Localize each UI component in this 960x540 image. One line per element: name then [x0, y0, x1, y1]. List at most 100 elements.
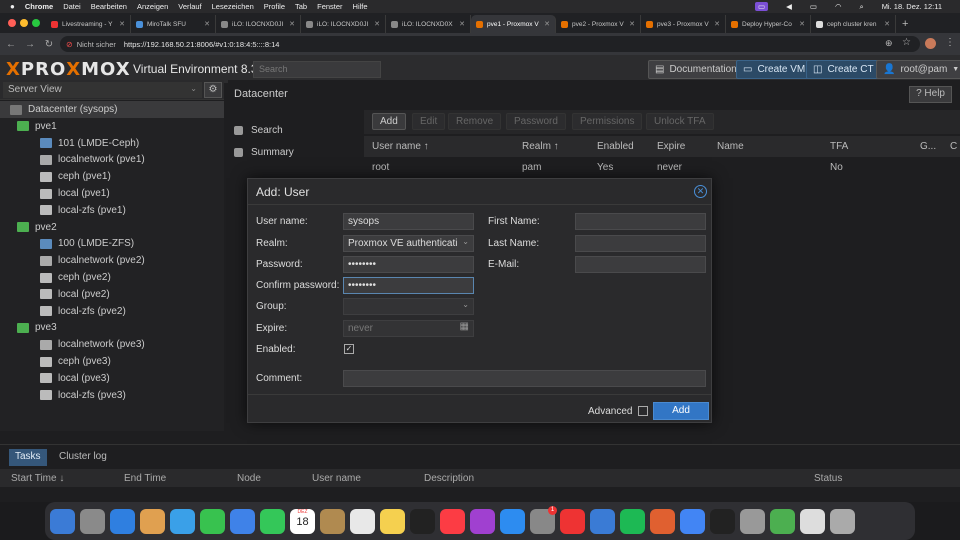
col-expire[interactable]: Expire [657, 141, 685, 152]
zoom-window-icon[interactable] [32, 19, 40, 27]
close-icon[interactable]: ✕ [694, 185, 707, 198]
dock-app-icon[interactable] [710, 508, 735, 534]
tree-item[interactable]: ceph (pve3) [0, 353, 224, 370]
menu-verlauf[interactable]: Verlauf [178, 2, 201, 11]
close-tab-icon[interactable]: ✕ [799, 20, 805, 28]
tree-item[interactable]: pve2 [0, 219, 224, 236]
tree-item[interactable]: local-zfs (pve2) [0, 303, 224, 320]
wifi-icon[interactable]: ◠ [835, 2, 842, 11]
clock[interactable]: Mi. 18. Dez. 12:11 [882, 2, 942, 11]
dock-app-icon[interactable] [140, 508, 165, 534]
close-tab-icon[interactable]: ✕ [884, 20, 890, 28]
col-username[interactable]: User name ↑ [372, 141, 429, 152]
user-menu-button[interactable]: 👤 root@pam ▼ [876, 60, 960, 79]
last-name-field[interactable] [575, 235, 706, 252]
menu-app-name[interactable]: Chrome [25, 2, 53, 11]
col-user-name[interactable]: User name [312, 473, 361, 484]
close-tab-icon[interactable]: ✕ [119, 20, 125, 28]
col-groups[interactable]: G... [920, 141, 936, 152]
help-button[interactable]: ? Help [909, 86, 952, 103]
forward-icon[interactable]: → [22, 39, 38, 50]
back-icon[interactable]: ← [3, 39, 19, 50]
menu-hilfe[interactable]: Hilfe [353, 2, 368, 11]
password-field[interactable]: •••••••• [343, 256, 474, 273]
tree-item[interactable]: localnetwork (pve3) [0, 336, 224, 353]
tree-item[interactable]: localnetwork (pve2) [0, 252, 224, 269]
tab-tasks[interactable]: Tasks [9, 449, 47, 466]
browser-tab[interactable]: Deploy Hyper-Co ✕ [726, 15, 811, 33]
tree-item[interactable]: local (pve3) [0, 370, 224, 387]
volume-icon[interactable]: ◀ [786, 2, 792, 11]
search-icon[interactable]: ⌕ [859, 2, 863, 12]
tree-item[interactable]: 101 (LMDE-Ceph) [0, 135, 224, 152]
col-enabled[interactable]: Enabled [597, 141, 634, 152]
dock-app-icon[interactable] [410, 508, 435, 534]
gear-icon[interactable]: ⚙ [204, 82, 222, 98]
first-name-field[interactable] [575, 213, 706, 230]
dock-app-icon[interactable] [440, 508, 465, 534]
screen-share-icon[interactable]: ▭ [754, 2, 769, 11]
zoom-icon[interactable]: ⊕ [885, 38, 893, 49]
col-status[interactable]: Status [814, 473, 842, 484]
edit-button[interactable]: Edit [412, 113, 446, 130]
close-tab-icon[interactable]: ✕ [289, 20, 295, 28]
col-start-time[interactable]: Start Time ↓ [11, 473, 64, 484]
dock-app-icon[interactable] [50, 508, 75, 534]
url-text[interactable]: https://192.168.50.21:8006/#v1:0:18:4:5:… [124, 40, 280, 49]
browser-tab[interactable]: ceph cluster kren ✕ [811, 15, 896, 33]
close-tab-icon[interactable]: ✕ [374, 20, 380, 28]
tree-item[interactable]: Datacenter (sysops) [0, 101, 224, 118]
minimize-window-icon[interactable] [20, 19, 28, 27]
tree-item[interactable]: pve1 [0, 118, 224, 135]
group-select[interactable]: ⌄ [343, 298, 474, 315]
server-view-select[interactable]: Server View ⌄ [3, 82, 202, 98]
add-user-button[interactable]: Add [372, 113, 406, 130]
tree-item[interactable]: ceph (pve1) [0, 168, 224, 185]
browser-tab[interactable]: iLO: ILOCNXD0X ✕ [386, 15, 471, 33]
col-comment[interactable]: C [950, 141, 957, 152]
table-row[interactable]: root pam Yes never No [364, 158, 960, 177]
close-window-icon[interactable] [8, 19, 16, 27]
browser-tab[interactable]: pve2 - Proxmox V ✕ [556, 15, 641, 33]
menu-search[interactable]: Search [228, 120, 358, 140]
create-vm-button[interactable]: ▭ Create VM [736, 60, 813, 79]
profile-avatar[interactable] [925, 38, 936, 49]
tree-item[interactable]: local (pve2) [0, 286, 224, 303]
dock-app-icon[interactable] [740, 508, 765, 534]
tree-item[interactable]: pve3 [0, 319, 224, 336]
documentation-button[interactable]: ▤ Documentation [648, 60, 744, 79]
battery-icon[interactable]: ▭ [810, 2, 817, 11]
create-ct-button[interactable]: ◫ Create CT [806, 60, 881, 79]
dock-app-icon[interactable] [200, 508, 225, 534]
menu-profile[interactable]: Profile [264, 2, 285, 11]
dock-app-icon[interactable] [500, 508, 525, 534]
menu-tab[interactable]: Tab [295, 2, 307, 11]
close-tab-icon[interactable]: ✕ [714, 20, 720, 28]
dock-app-icon[interactable] [680, 508, 705, 534]
tree-item[interactable]: local-zfs (pve3) [0, 387, 224, 404]
username-field[interactable]: sysops [343, 213, 474, 230]
browser-tab[interactable]: Livestreaming - Y ✕ [46, 15, 131, 33]
dock-app-icon[interactable] [380, 508, 405, 534]
browser-tab[interactable]: MiroTalk SFU ✕ [131, 15, 216, 33]
menu-fenster[interactable]: Fenster [317, 2, 342, 11]
bookmark-star-icon[interactable]: ☆ [902, 37, 911, 48]
global-search-input[interactable]: Search [253, 61, 381, 78]
dock-app-icon[interactable] [830, 508, 855, 534]
dock-app-icon[interactable]: DEZ 18 [290, 508, 315, 534]
dock-app-icon[interactable] [650, 508, 675, 534]
dock-app-icon[interactable] [230, 508, 255, 534]
dock-app-icon[interactable] [110, 508, 135, 534]
tab-cluster-log[interactable]: Cluster log [53, 449, 113, 466]
comment-field[interactable] [343, 370, 706, 387]
close-tab-icon[interactable]: ✕ [459, 20, 465, 28]
dock-app-icon[interactable] [350, 508, 375, 534]
new-tab-icon[interactable]: + [896, 15, 914, 33]
password-button[interactable]: Password [506, 113, 566, 130]
browser-tab[interactable]: iLO: ILOCNXD0JI ✕ [216, 15, 301, 33]
browser-tab[interactable]: pve3 - Proxmox V ✕ [641, 15, 726, 33]
not-secure-icon[interactable]: ⊘ [66, 40, 73, 49]
advanced-checkbox[interactable] [638, 406, 648, 416]
more-menu-icon[interactable]: ⋮ [945, 37, 955, 48]
permissions-button[interactable]: Permissions [572, 113, 643, 130]
